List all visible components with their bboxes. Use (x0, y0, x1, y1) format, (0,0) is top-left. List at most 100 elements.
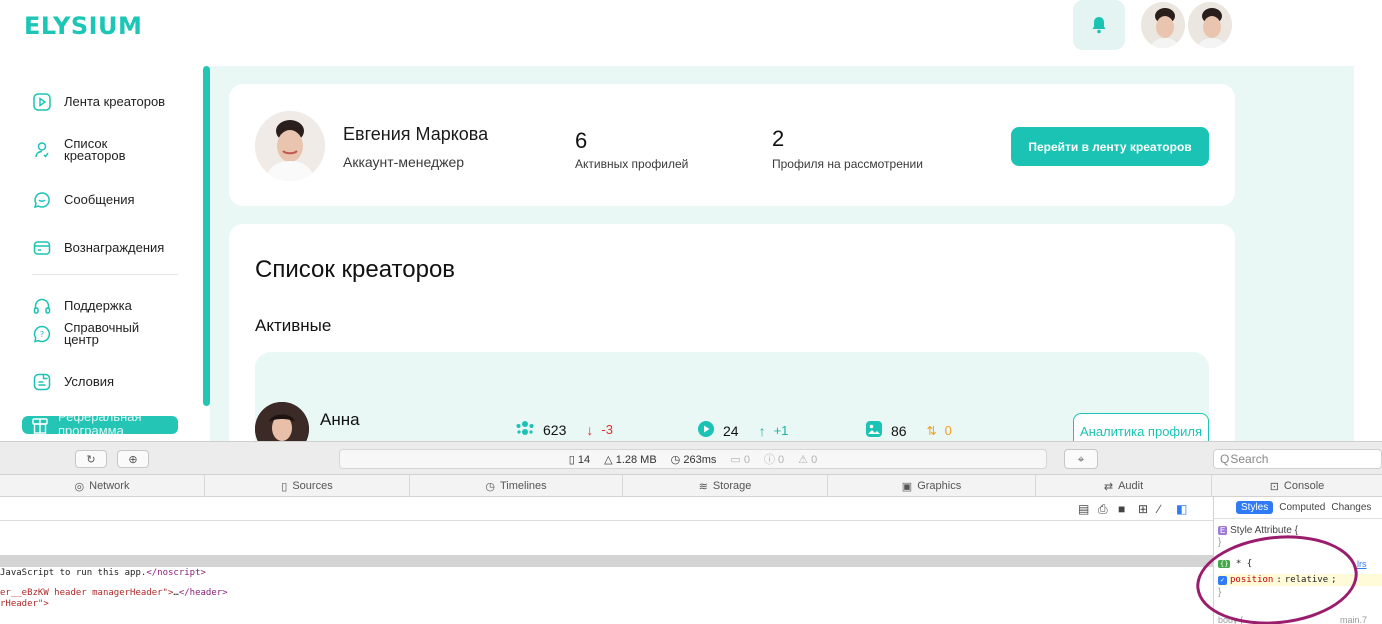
checkbox-icon[interactable]: ✓ (1218, 575, 1227, 585)
dom-line[interactable]: er__eBzKW header managerHeader">…</heade… (0, 588, 228, 598)
rule-source-link[interactable]: lrs (1357, 559, 1367, 569)
creator-avatar[interactable] (255, 402, 309, 441)
sidebar-item-label: Реферальная программа (58, 416, 142, 434)
styles-sidebar: Styles Computed Changes E Style Attribut… (1213, 497, 1382, 624)
section-title: Список креаторов (255, 256, 456, 283)
user-icon (32, 140, 52, 160)
sidebar-toggle-icon[interactable]: ◧ (1176, 502, 1187, 516)
subscribers-metric: 623 ↓ -3 (515, 420, 613, 439)
database-icon: ≋ (698, 480, 708, 493)
console-icon: ⊡ (1269, 480, 1279, 493)
dom-line[interactable]: rHeader"> (0, 599, 49, 607)
body-selector[interactable]: body { (1218, 615, 1243, 624)
dark-mode-icon[interactable]: ■ (1118, 502, 1125, 516)
layout-icon[interactable]: ▤ (1078, 502, 1089, 516)
rule-close: } (1218, 537, 1222, 548)
sidebar-item-terms[interactable]: Условия (32, 372, 114, 392)
download-icon: ⊕ (128, 453, 138, 466)
element-icon: E (1218, 526, 1228, 535)
people-icon (515, 420, 535, 439)
element-picker-button[interactable]: ⌖ (1064, 449, 1098, 469)
rule-close: } (1218, 587, 1222, 598)
css-property-row[interactable]: ✓ position: relative; (1218, 574, 1382, 586)
tab-computed[interactable]: Computed (1279, 502, 1325, 513)
play-square-icon (32, 92, 52, 112)
download-button[interactable]: ⊕ (117, 450, 149, 468)
sidebar-item-label: Справочный центр (64, 320, 140, 347)
sidebar-item-label: Условия (64, 374, 115, 389)
clock-icon: ◷ (485, 480, 495, 493)
image-icon: ▣ (901, 480, 913, 493)
network-icon: ◎ (74, 480, 85, 493)
bell-icon (1092, 17, 1106, 34)
sidebar-item-creator-feed[interactable]: Лента креаторов (32, 92, 165, 112)
document-icon: ▯ (568, 453, 575, 466)
sidebar-item-creator-list[interactable]: Список креаторов (32, 137, 126, 162)
document-icon (32, 372, 52, 392)
sidebar-item-label: Поддержка (64, 298, 132, 313)
grid-icon[interactable]: ⊞ (1138, 502, 1148, 516)
activity-viewer[interactable]: ▯ 14 △ 1.28 MB ◷ 263ms ▭ 0 ⓘ 0 ⚠ 0 (339, 449, 1047, 469)
creator-row: Анна 623 ↓ -3 24 ↑ +1 86 ⇅ 0 Аналитика п… (255, 352, 1209, 441)
sidebar-item-rewards[interactable]: Вознаграждения (32, 238, 164, 258)
sidebar-item-support[interactable]: Поддержка (32, 296, 132, 316)
tab-console[interactable]: ⊡ Console (1212, 475, 1382, 497)
go-to-feed-button[interactable]: Перейти в ленту креаторов (1011, 127, 1209, 166)
logs-indicator: ▭ 0 (730, 453, 750, 466)
clock-icon: ◷ (670, 453, 681, 466)
body-source-link[interactable]: main.7 (1340, 615, 1367, 624)
search-icon: Q (1220, 452, 1230, 466)
devtools-panel: ↻ ⊕ ▯ 14 △ 1.28 MB ◷ 263ms ▭ 0 ⓘ 0 ⚠ 0 ⌖… (0, 441, 1382, 624)
videos-delta: +1 (773, 423, 789, 438)
pencil-icon[interactable]: ∕ (1158, 502, 1160, 516)
sidebar-divider (32, 274, 178, 275)
css-property-name: position (1230, 575, 1274, 585)
tab-changes[interactable]: Changes (1331, 502, 1371, 513)
styles-tabs: Styles Computed Changes (1214, 497, 1382, 519)
style-attribute-rule[interactable]: E Style Attribute { (1218, 525, 1298, 536)
reload-button[interactable]: ↻ (75, 450, 107, 468)
devtools-search[interactable]: Q Search (1213, 449, 1382, 469)
chat-icon (32, 190, 52, 210)
sidebar-item-referral[interactable]: Реферальная программа (22, 416, 178, 434)
user-avatar[interactable] (1186, 0, 1234, 50)
sidebar-item-messages[interactable]: Сообщения (32, 190, 135, 210)
profile-analytics-button[interactable]: Аналитика профиля (1073, 413, 1209, 441)
devtools-toolbar: ↻ ⊕ ▯ 14 △ 1.28 MB ◷ 263ms ▭ 0 ⓘ 0 ⚠ 0 ⌖… (0, 441, 1382, 475)
photos-delta: 0 (944, 423, 952, 438)
sidebar-item-label: Сообщения (64, 192, 135, 207)
load-time-indicator: ◷ 263ms (670, 453, 717, 466)
subscribers-value: 623 (543, 421, 567, 438)
wallet-icon (32, 238, 52, 258)
image-icon (865, 420, 883, 441)
tab-graphics[interactable]: ▣ Graphics (828, 475, 1036, 497)
subscribers-delta: -3 (601, 422, 613, 437)
sidebar-item-label: Лента креаторов (64, 94, 166, 109)
file-icon: ▯ (281, 480, 288, 493)
notifications-button[interactable] (1073, 0, 1125, 50)
user-avatar[interactable] (1139, 0, 1187, 50)
universal-selector[interactable]: {} * { (1218, 559, 1252, 569)
videos-value: 24 (723, 422, 739, 439)
elements-toolbar: ▤ ⎙ ■ ⊞ ∕ ◧ (0, 497, 1213, 521)
tab-timelines[interactable]: ◷ Timelines (410, 475, 623, 497)
manager-profile-card: Евгения Маркова Аккаунт-менеджер 6 Актив… (229, 84, 1235, 206)
dom-line[interactable]: JavaScript to run this app.</noscript> (0, 568, 206, 578)
sidebar-item-help-center[interactable]: ? Справочный центр (32, 320, 140, 347)
print-icon[interactable]: ⎙ (1098, 502, 1108, 517)
manager-avatar (255, 111, 325, 181)
review-profiles-label: Профиля на рассмотрении (772, 157, 923, 171)
rule-icon: {} (1218, 560, 1231, 568)
gift-icon (32, 416, 48, 434)
swap-arrows-icon: ⇅ (926, 423, 937, 438)
logo[interactable]: ELYSIUM (24, 12, 142, 40)
tab-styles[interactable]: Styles (1236, 501, 1274, 514)
errors-indicator: ⓘ 0 (763, 454, 785, 466)
tab-sources[interactable]: ▯ Sources (205, 475, 410, 497)
subsection-title: Активные (255, 316, 332, 335)
sidebar-scrollbar[interactable] (203, 66, 210, 406)
tab-network[interactable]: ◎ Network (0, 475, 205, 497)
tab-storage[interactable]: ≋ Storage (623, 475, 828, 497)
tab-audit[interactable]: ⇄ Audit (1036, 475, 1212, 497)
arrow-up-icon: ↑ (758, 422, 766, 439)
